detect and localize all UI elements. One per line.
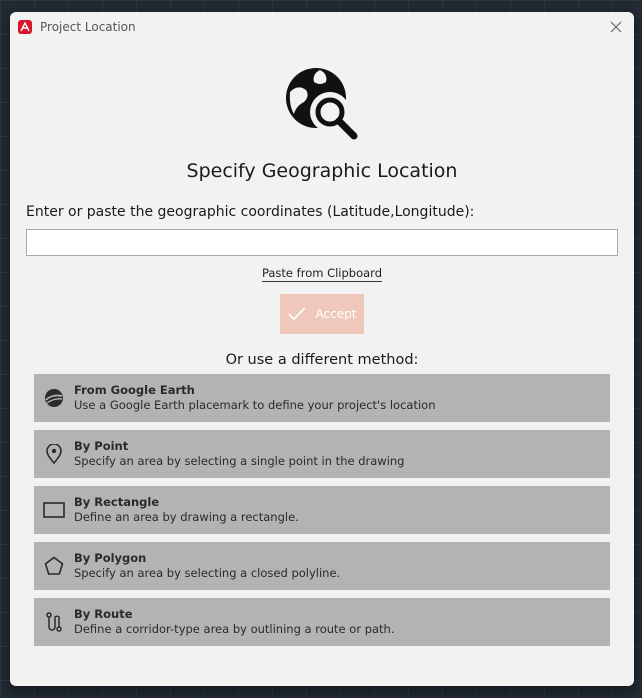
rectangle-icon (34, 486, 74, 534)
method-title: From Google Earth (74, 383, 195, 397)
accept-button[interactable]: Accept (280, 294, 364, 334)
method-by-polygon[interactable]: By Polygon Specify an area by selecting … (34, 542, 610, 590)
google-earth-icon (34, 374, 74, 422)
method-title: By Rectangle (74, 495, 160, 509)
polygon-icon (34, 542, 74, 590)
checkmark-icon (287, 307, 306, 321)
method-description: Define an area by drawing a rectangle. (74, 510, 299, 524)
method-title: By Route (74, 607, 133, 621)
method-description: Specify an area by selecting a closed po… (74, 566, 341, 580)
method-description: Use a Google Earth placemark to define y… (74, 398, 436, 412)
method-by-route[interactable]: By Route Define a corridor-type area by … (34, 598, 610, 646)
close-icon (610, 21, 622, 33)
paste-from-clipboard-link[interactable]: Paste from Clipboard (261, 266, 383, 282)
map-pin-icon (34, 430, 74, 478)
method-list: From Google Earth Use a Google Earth pla… (34, 374, 610, 646)
coordinates-prompt: Enter or paste the geographic coordinate… (26, 204, 475, 220)
hero-icon-wrap (10, 62, 634, 146)
method-by-rectangle[interactable]: By Rectangle Define an area by drawing a… (34, 486, 610, 534)
coordinates-input[interactable] (26, 229, 618, 256)
paste-link-wrap: Paste from Clipboard (10, 266, 634, 282)
method-title: By Point (74, 439, 129, 453)
accept-label: Accept (315, 307, 357, 321)
accept-wrap: Accept (10, 294, 634, 334)
alternative-methods-heading: Or use a different method: (225, 352, 419, 368)
dialog-heading: Specify Geographic Location (186, 160, 458, 182)
method-google-earth[interactable]: From Google Earth Use a Google Earth pla… (34, 374, 610, 422)
method-description: Specify an area by selecting a single po… (74, 454, 405, 468)
method-by-point[interactable]: By Point Specify an area by selecting a … (34, 430, 610, 478)
autocad-icon (18, 20, 32, 34)
route-icon (34, 598, 74, 646)
window-title: Project Location (40, 20, 136, 34)
globe-search-icon (286, 68, 358, 140)
title-bar: Project Location (10, 12, 634, 42)
close-button[interactable] (606, 17, 626, 37)
method-description: Define a corridor-type area by outlining… (74, 622, 395, 636)
project-location-dialog: Project Location Specify Geographic Loca… (10, 12, 634, 686)
method-title: By Polygon (74, 551, 147, 565)
